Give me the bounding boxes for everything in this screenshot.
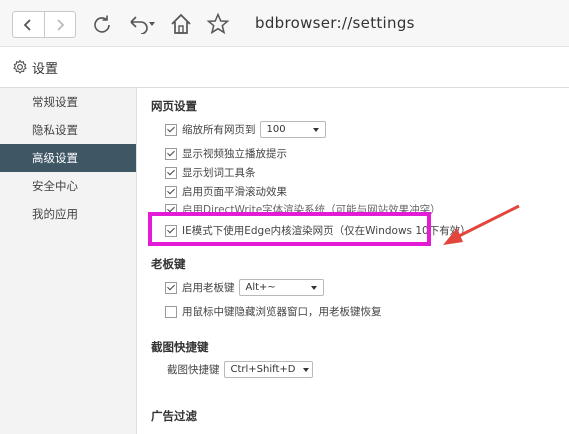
video-checkbox[interactable]	[165, 147, 177, 160]
boss-key-select[interactable]: Alt+~	[238, 279, 324, 296]
screenshot-label: 截图快捷键	[167, 364, 220, 376]
zoom-row: 缩放所有网页到 100	[165, 121, 326, 138]
chevron-left-icon	[23, 18, 31, 31]
translate-label: 显示划词工具条	[182, 167, 256, 179]
zoom-value: 100	[266, 124, 286, 135]
chevron-down-icon	[310, 285, 317, 290]
chevron-right-icon	[57, 18, 65, 31]
settings-sidebar: 常规设置 隐私设置 高级设置 安全中心 我的应用	[0, 88, 137, 434]
sidebar-item-general[interactable]: 常规设置	[0, 88, 136, 116]
settings-content: 网页设置 缩放所有网页到 100 显示视频独立播放提示 显示划词工具条 启用页面…	[137, 88, 569, 434]
sidebar-item-advanced[interactable]: 高级设置	[0, 144, 136, 172]
zoom-select[interactable]: 100	[259, 121, 326, 138]
screenshot-select[interactable]: Ctrl+Shift+D	[223, 361, 313, 378]
zoom-label: 缩放所有网页到	[182, 124, 256, 136]
section-title-adblock: 广告过滤	[151, 409, 197, 423]
home-button[interactable]	[168, 11, 194, 37]
video-label: 显示视频独立播放提示	[182, 148, 287, 160]
undo-icon	[130, 16, 155, 34]
translate-row: 显示划词工具条	[165, 165, 256, 180]
chevron-down-icon	[303, 367, 310, 372]
boss-key-checkbox[interactable]	[165, 281, 177, 294]
reload-button[interactable]	[90, 12, 114, 36]
video-row: 显示视频独立播放提示	[165, 146, 287, 161]
screenshot-value: Ctrl+Shift+D	[230, 364, 296, 375]
screenshot-row: 截图快捷键 Ctrl+Shift+D	[167, 361, 313, 378]
nav-buttons	[12, 11, 76, 38]
page-title: 设置	[32, 62, 59, 77]
translate-checkbox[interactable]	[165, 166, 177, 179]
home-icon	[171, 13, 191, 34]
highlight-box	[148, 212, 431, 246]
middle-click-checkbox[interactable]	[165, 305, 177, 318]
reload-icon	[94, 15, 110, 33]
back-button[interactable]	[13, 12, 44, 37]
section-title-boss-key: 老板键	[151, 257, 186, 271]
chevron-down-icon	[312, 127, 319, 132]
smooth-scroll-checkbox[interactable]	[165, 185, 177, 198]
browser-toolbar: bdbrowser://settings	[0, 0, 569, 47]
section-title-web: 网页设置	[151, 99, 197, 113]
sidebar-item-security[interactable]: 安全中心	[0, 172, 136, 200]
boss-key-label: 启用老板键	[182, 282, 235, 294]
smooth-scroll-label: 启用页面平滑滚动效果	[182, 186, 287, 198]
settings-header: 设置	[0, 47, 569, 88]
sidebar-item-privacy[interactable]: 隐私设置	[0, 116, 136, 144]
smooth-scroll-row: 启用页面平滑滚动效果	[165, 184, 287, 199]
forward-button[interactable]	[43, 12, 76, 37]
middle-click-row: 用鼠标中键隐藏浏览器窗口，用老板键恢复	[165, 304, 382, 319]
section-title-screenshot: 截图快捷键	[151, 340, 209, 354]
arrow-annotation	[443, 204, 520, 245]
address-bar[interactable]: bdbrowser://settings	[255, 14, 415, 32]
undo-button[interactable]	[126, 12, 158, 36]
zoom-checkbox[interactable]	[165, 123, 177, 136]
boss-key-row: 启用老板键 Alt+~	[165, 279, 324, 296]
gear-icon	[13, 59, 27, 74]
boss-key-value: Alt+~	[245, 282, 276, 293]
bookmark-button[interactable]	[205, 11, 231, 37]
star-icon	[206, 12, 230, 35]
middle-click-label: 用鼠标中键隐藏浏览器窗口，用老板键恢复	[182, 306, 382, 318]
sidebar-item-my-apps[interactable]: 我的应用	[0, 200, 136, 228]
